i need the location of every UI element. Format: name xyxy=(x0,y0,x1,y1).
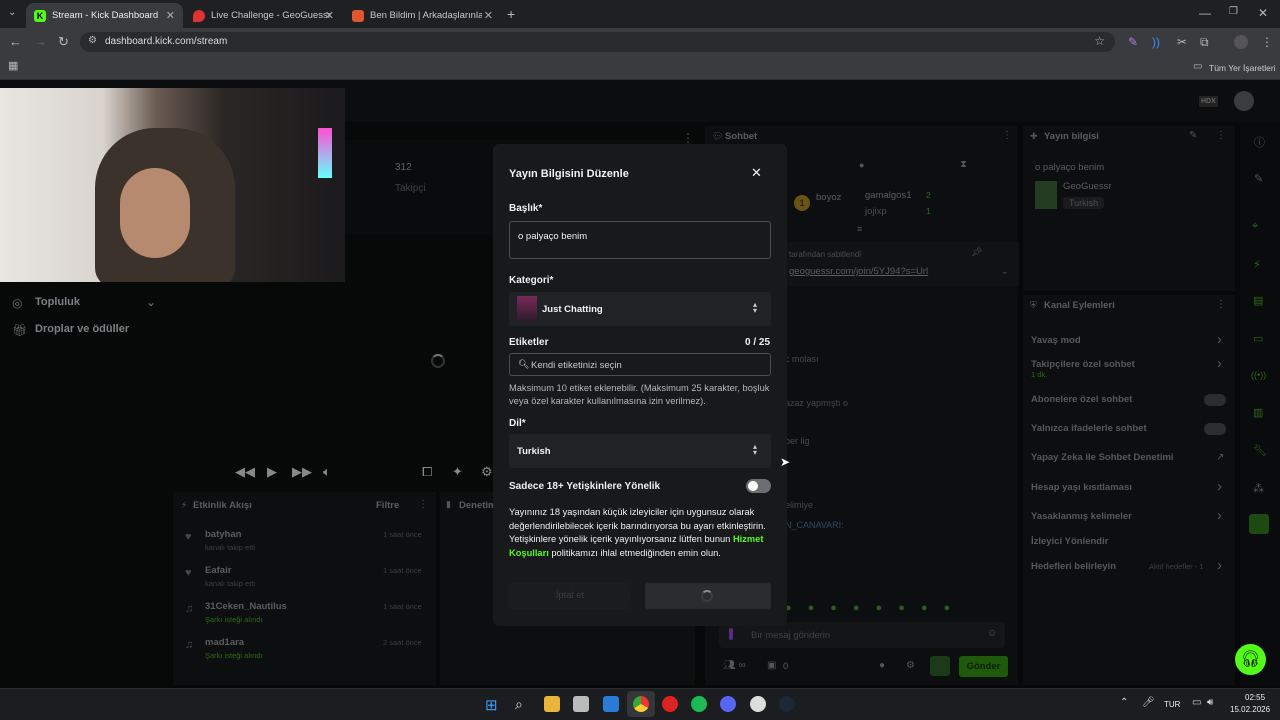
mouse-cursor: ➤ xyxy=(780,455,791,469)
bookmark-star-icon[interactable]: ☆ xyxy=(1094,35,1105,47)
back-icon[interactable]: ← xyxy=(9,35,22,48)
new-tab-icon[interactable]: + xyxy=(507,7,515,21)
language-label: Dil* xyxy=(509,418,526,429)
browser-menu-icon[interactable]: ⋮ xyxy=(1261,36,1273,48)
category-value: Just Chatting xyxy=(542,304,603,315)
forward-icon[interactable]: → xyxy=(34,35,47,48)
modal-title: Yayın Bilgisini Düzenle xyxy=(509,168,629,180)
language-select[interactable]: Turkish ▴ ▾ xyxy=(509,434,771,468)
tab-title: Ben Bildim | Arkadaşlarınla Onli xyxy=(370,10,482,21)
adult-toggle[interactable] xyxy=(746,479,771,493)
kick-logo-icon: K xyxy=(34,9,46,22)
edit-stream-info-modal: Yayın Bilgisini Düzenle ✕ Başlık* o paly… xyxy=(493,144,787,626)
extension-tools-icon[interactable]: ✂ xyxy=(1177,36,1187,48)
tab-search-icon[interactable]: ⌄ xyxy=(8,8,16,18)
obs-icon[interactable] xyxy=(750,696,766,712)
apps-grid-icon[interactable]: ▦ xyxy=(8,61,18,72)
adult-label: Sadece 18+ Yetişkinlere Yönelik xyxy=(509,481,661,492)
browser-tab-bar: ⌄ K Stream - Kick Dashboard ✕ Live Chall… xyxy=(0,0,1280,28)
discord-icon[interactable] xyxy=(720,696,736,712)
close-icon[interactable]: ✕ xyxy=(751,165,762,181)
save-button[interactable] xyxy=(645,583,771,609)
category-select[interactable]: Just Chatting ▴ ▾ xyxy=(509,292,771,326)
profile-avatar[interactable] xyxy=(1234,35,1248,49)
adult-description: Yayınınız 18 yaşından küçük izleyiciler … xyxy=(509,506,775,560)
reload-icon[interactable]: ↻ xyxy=(58,35,69,48)
maximize-icon[interactable]: ❐ xyxy=(1229,7,1238,17)
url-text: dashboard.kick.com/stream xyxy=(105,36,228,47)
tags-label: Etiketler xyxy=(509,337,549,348)
spotify-icon[interactable] xyxy=(691,696,707,712)
network-icon[interactable]: ▭ xyxy=(1192,697,1201,708)
close-tab-icon[interactable]: ✕ xyxy=(325,9,334,22)
volume-icon[interactable]: 🔊︎ xyxy=(1207,697,1213,708)
category-thumbnail xyxy=(517,296,537,322)
select-arrows-icon: ▴ ▾ xyxy=(753,300,758,315)
toggle-knob xyxy=(748,481,758,491)
loading-spinner xyxy=(701,590,713,602)
extensions-puzzle-icon[interactable]: ⧉ xyxy=(1200,36,1209,48)
cancel-button[interactable]: İptal et xyxy=(509,583,631,609)
file-explorer-icon[interactable] xyxy=(544,696,560,712)
site-info-icon[interactable]: ⚙ xyxy=(88,36,97,46)
url-bar[interactable]: ⚙ dashboard.kick.com/stream ☆ xyxy=(80,32,1115,52)
clock-time[interactable]: 02:55 xyxy=(1245,693,1265,702)
close-window-icon[interactable]: ✕ xyxy=(1258,7,1268,19)
game-icon xyxy=(352,9,364,22)
clock-date[interactable]: 15.02.2026 xyxy=(1230,705,1270,714)
all-bookmarks-link[interactable]: Tüm Yer İşaretleri xyxy=(1209,63,1276,73)
search-icon: 🔍︎ xyxy=(518,359,530,369)
opera-icon[interactable] xyxy=(662,696,678,712)
close-tab-icon[interactable]: ✕ xyxy=(166,9,175,22)
input-language[interactable]: TUR xyxy=(1164,700,1180,709)
minimize-icon[interactable]: — xyxy=(1199,7,1211,19)
title-label: Başlık* xyxy=(509,203,543,214)
select-arrows-icon: ▴ ▾ xyxy=(753,442,758,457)
cancel-button-label: İptal et xyxy=(555,590,585,601)
tab-title: Live Challenge - GeoGuessr xyxy=(211,10,331,21)
title-input-value: o palyaço benim xyxy=(518,231,588,242)
category-label: Kategori* xyxy=(509,275,554,286)
extension-audio-icon[interactable]: )) xyxy=(1152,36,1160,48)
tray-chevron-up-icon[interactable]: ⌃ xyxy=(1120,697,1128,708)
close-tab-icon[interactable]: ✕ xyxy=(484,9,493,22)
chrome-logo-icon xyxy=(633,696,649,712)
folder-icon: ▭ xyxy=(1193,61,1203,72)
tab-kick-dashboard[interactable]: K Stream - Kick Dashboard ✕ xyxy=(26,3,183,28)
tags-input[interactable]: 🔍︎ Kendi etiketinizi seçin xyxy=(509,353,771,376)
tags-count: 0 / 25 xyxy=(745,337,771,348)
tab-title: Stream - Kick Dashboard xyxy=(52,10,159,21)
steam-icon[interactable] xyxy=(779,696,795,712)
windows-start-icon[interactable]: ⊞ xyxy=(485,696,498,714)
extension-feather-icon[interactable]: ✎ xyxy=(1128,36,1138,48)
search-icon[interactable]: ⌕ xyxy=(515,696,523,713)
tab-geoguessr[interactable]: Live Challenge - GeoGuessr ✕ xyxy=(185,3,342,28)
tags-placeholder: Kendi etiketinizi seçin xyxy=(531,360,622,371)
bookmarks-bar: ▦ ▭ Tüm Yer İşaretleri xyxy=(0,56,1280,80)
title-input[interactable]: o palyaço benim xyxy=(509,221,771,259)
microphone-icon[interactable]: 🎤︎ xyxy=(1142,697,1155,708)
adult-text-2: politikamızı ihlal etmediğinden emin olu… xyxy=(548,547,721,558)
tags-hint: Maksimum 10 etiket eklenebilir. (Maksimu… xyxy=(509,383,770,406)
store-icon[interactable] xyxy=(573,696,589,712)
language-value: Turkish xyxy=(517,446,551,457)
map-pin-icon xyxy=(193,9,205,22)
tab-ben-bildim[interactable]: Ben Bildim | Arkadaşlarınla Onli ✕ xyxy=(344,3,501,28)
mail-icon[interactable] xyxy=(603,696,619,712)
adult-text-1: Yayınınız 18 yaşından küçük izleyiciler … xyxy=(509,507,766,544)
